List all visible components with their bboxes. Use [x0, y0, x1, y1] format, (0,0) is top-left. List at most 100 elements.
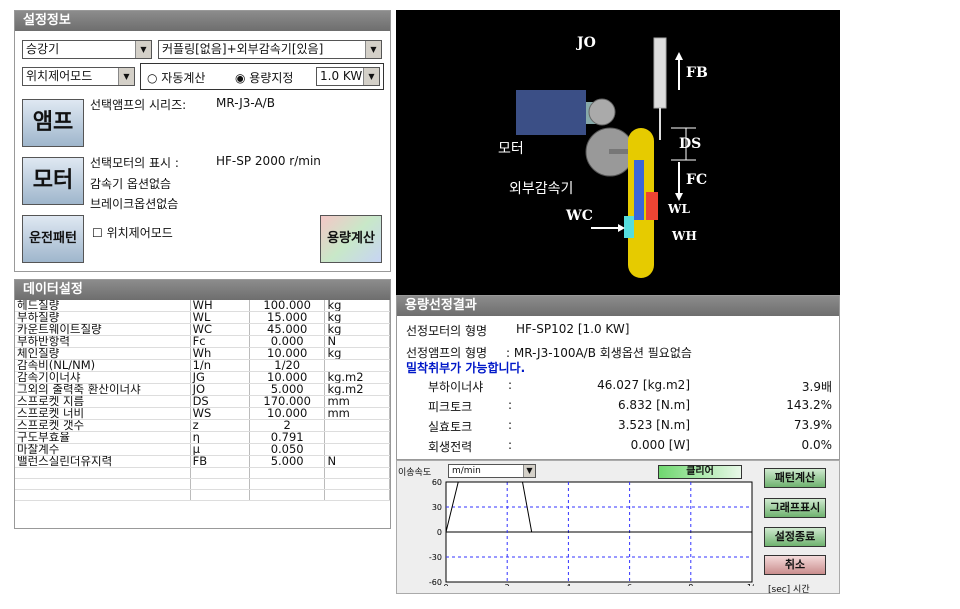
param-name: 헤드질량	[15, 300, 191, 312]
radio-capacity-label: 용량지정	[249, 71, 294, 85]
param-symbol: JG	[190, 371, 250, 384]
param-value[interactable]	[249, 489, 326, 502]
param-name: 부하질량	[15, 311, 191, 324]
param-value[interactable]: 10.000	[249, 407, 326, 420]
param-value[interactable]: 5.000	[249, 383, 326, 396]
y-tick-label: 0	[437, 528, 442, 537]
x-tick-label: 8	[688, 583, 693, 586]
table-row	[15, 478, 390, 491]
mode-select[interactable]: 위치제어모드 ▼	[22, 67, 135, 86]
clear-label: 클리어	[686, 466, 714, 477]
result-value: 0.000 [W]	[630, 438, 690, 452]
table-row: 부하질량 WL 15.000 kg	[15, 311, 390, 324]
param-value[interactable]: 2	[249, 419, 326, 432]
radio-capacity[interactable]: ◉ 용량지정	[235, 69, 293, 86]
result-colon: :	[508, 378, 513, 392]
settings-end-button[interactable]: 설정종료	[764, 527, 826, 547]
param-name	[15, 489, 191, 502]
data-settings-title: 데이터설정	[15, 280, 390, 300]
param-value[interactable]	[249, 478, 326, 491]
coupling-value: 커플링[없음]+외부감속기[있음]	[162, 42, 324, 56]
param-value[interactable]: 10.000	[249, 371, 326, 384]
position-control-checkbox[interactable]: ☐ 위치제어모드	[92, 224, 173, 241]
table-row: 카운트웨이트질량 WC 45.000 kg	[15, 323, 390, 336]
param-value[interactable]: 5.000	[249, 455, 326, 468]
result-colon: :	[508, 418, 513, 432]
param-name: 그외의 출력축 환산이너샤	[15, 383, 191, 396]
capacity-calc-button[interactable]: 용량계산	[320, 215, 382, 263]
table-row: 그외의 출력축 환산이너샤 JO 5.000 kg.m2	[15, 383, 390, 396]
param-value[interactable]: 0.791	[249, 431, 326, 444]
param-name: 밸런스실린더유지력	[15, 455, 191, 468]
fc-arrowhead	[675, 193, 683, 201]
result-ratio: 3.9배	[801, 380, 832, 394]
param-symbol	[190, 478, 250, 491]
result-name: 피크토크	[428, 400, 473, 414]
cancel-button[interactable]: 취소	[764, 555, 826, 575]
graph-display-button[interactable]: 그래프표시	[764, 498, 826, 518]
fb-arrowhead	[675, 52, 683, 60]
y-tick-label: -30	[429, 553, 442, 562]
motor-button[interactable]: 모터	[22, 157, 84, 205]
result-title: 용량선정결과	[397, 296, 839, 316]
param-name: 감속기이너샤	[15, 371, 191, 384]
param-unit	[324, 359, 390, 372]
balance-cylinder	[653, 37, 667, 109]
param-value[interactable]: 45.000	[249, 323, 326, 336]
param-symbol: FB	[190, 455, 250, 468]
capacity-value: 1.0 KW	[320, 69, 363, 83]
run-pattern-button[interactable]: 운전패턴	[22, 215, 84, 263]
x-tick-label: 2	[505, 583, 510, 586]
param-unit: mm	[324, 395, 390, 408]
chevron-down-icon: ▼	[363, 68, 379, 85]
elevator-select[interactable]: 승강기 ▼	[22, 40, 152, 59]
param-value[interactable]: 15.000	[249, 311, 326, 324]
result-value: 46.027 [kg.m2]	[597, 378, 690, 392]
table-row: 스프로켓 지름 DS 170.000 mm	[15, 395, 390, 408]
y-tick-label: -60	[429, 578, 442, 586]
result-colon: :	[508, 438, 513, 452]
motor-label: 선택모터의 표시 :	[90, 156, 179, 170]
result-name: 부하이너샤	[428, 380, 484, 394]
clear-button[interactable]: 클리어	[658, 465, 742, 479]
table-row: 밸런스실린더유지력 FB 5.000 N	[15, 455, 390, 468]
param-value[interactable]: 170.000	[249, 395, 326, 408]
param-value[interactable]: 0.000	[249, 335, 326, 348]
param-symbol: WH	[190, 300, 250, 312]
param-symbol: z	[190, 419, 250, 432]
param-symbol: JO	[190, 383, 250, 396]
param-name: 카운트웨이트질량	[15, 323, 191, 336]
unit-select[interactable]: m/min ▼	[448, 464, 536, 478]
table-row: 구도부효율 η 0.791	[15, 431, 390, 444]
param-value[interactable]	[249, 467, 326, 480]
param-value[interactable]: 0.050	[249, 443, 326, 456]
result-value: 6.832 [N.m]	[617, 398, 690, 412]
label-wl: WL	[668, 202, 690, 216]
capacity-select[interactable]: 1.0 KW ▼	[316, 67, 380, 86]
amp-series-value: MR-J3-A/B	[216, 96, 275, 110]
label-wc: WC	[566, 208, 593, 224]
result-ratio: 143.2%	[786, 398, 832, 412]
param-symbol: Wh	[190, 347, 250, 360]
amp-button[interactable]: 앰프	[22, 99, 84, 147]
pattern-calc-button[interactable]: 패턴계산	[764, 468, 826, 488]
param-value[interactable]: 10.000	[249, 347, 326, 360]
y-tick-label: 30	[432, 503, 442, 512]
radio-auto[interactable]: ○ 자동계산	[147, 69, 205, 86]
cancel-label: 취소	[784, 558, 806, 571]
unit-value: m/min	[452, 466, 481, 476]
param-symbol: μ	[190, 443, 250, 456]
param-unit	[324, 467, 390, 480]
param-name: 스프로켓 갯수	[15, 419, 191, 432]
param-value[interactable]: 100.000	[249, 300, 326, 312]
param-symbol: WS	[190, 407, 250, 420]
table-row: 부하반항력 Fc 0.000 N	[15, 335, 390, 348]
settings-title: 설정정보	[15, 11, 390, 31]
mechanism-drawing	[516, 37, 696, 278]
x-tick-label: 0	[443, 583, 448, 586]
param-value[interactable]: 1/20	[249, 359, 326, 372]
param-unit: kg.m2	[324, 371, 390, 384]
coupling-select[interactable]: 커플링[없음]+외부감속기[있음] ▼	[158, 40, 382, 59]
param-unit: kg	[324, 300, 390, 312]
radio-auto-label: 자동계산	[161, 71, 206, 85]
